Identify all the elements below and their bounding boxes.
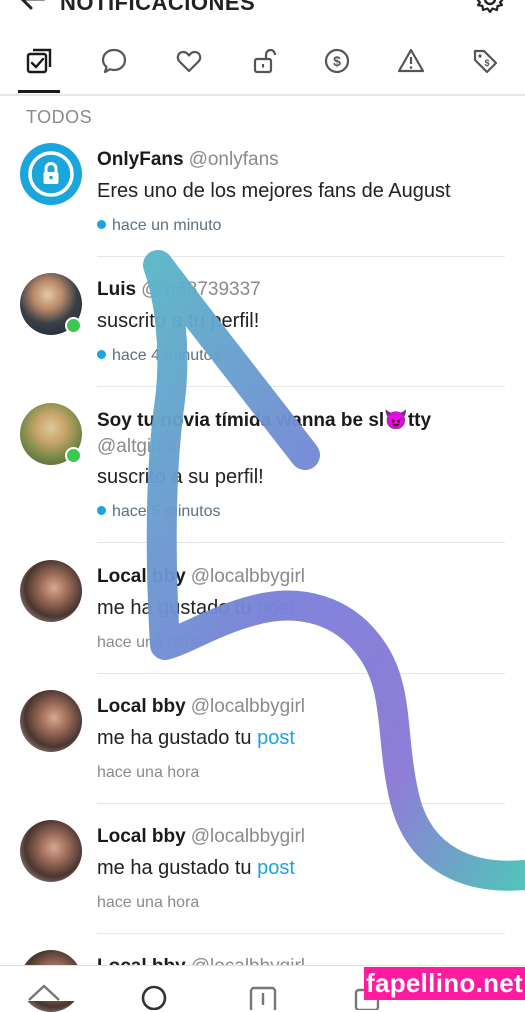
warning-icon [397,48,425,73]
back-arrow-icon[interactable] [18,0,48,14]
notification-time: hace una hora [97,894,200,911]
notification-header: Soy tu novia tímida wanna be sl😈tty [97,408,431,432]
notification-header: Local bby@localbbygirl [97,696,305,718]
notification-message: me ha gustado tu post [97,857,295,879]
user-handle[interactable]: @onlyfans [189,149,279,170]
notification-time: hace 5 minutos [97,503,221,521]
tab-alerts[interactable] [388,38,434,84]
heart-icon [176,50,202,73]
notification-item[interactable]: Luis @ u68739337 suscrito a tu perfil! ha… [0,270,525,388]
user-handle[interactable]: @localbbygirl [191,696,305,717]
avatar[interactable] [20,820,82,882]
avatar[interactable] [20,143,82,205]
notification-handle-line: @altgirlol [97,436,176,458]
section-label: TODOS [26,107,93,127]
online-status-dot [65,447,82,464]
divider [97,933,505,934]
divider [97,803,505,804]
svg-text:$: $ [333,53,341,69]
online-status-dot [65,317,82,334]
avatar[interactable] [20,560,82,622]
user-name[interactable]: Soy tu novia tímida wanna be sl😈tty [97,410,431,431]
notification-header: Local bby@localbbygirl [97,826,305,848]
top-app-bar: NOTIFICACIONES [0,0,525,22]
avatar[interactable] [20,690,82,752]
notification-time: hace una hora [97,764,200,781]
dollar-circle-icon: $ [324,48,350,74]
user-name[interactable]: Luis [97,279,136,300]
user-name[interactable]: Local bby [97,566,186,587]
tab-subscriptions[interactable] [241,38,287,84]
watermark: fapellino.net [364,967,525,1000]
tab-likes[interactable] [166,38,212,84]
price-tag-icon: $ [473,49,498,74]
home-icon[interactable] [26,980,62,1010]
tab-tips[interactable]: $ [314,38,360,84]
add-post-icon[interactable] [245,980,281,1010]
check-square-icon [26,48,52,74]
user-name[interactable]: Local bby [97,696,186,717]
notification-item[interactable]: Local bby @localbbygirl me ha gustado tu … [0,817,525,935]
notification-header: OnlyFans @onlyfans [97,149,279,171]
post-link[interactable]: post [257,597,295,619]
notification-time: hace una hora [97,634,200,651]
notification-message: suscrito a tu perfil! [97,310,260,332]
unlock-icon [253,48,277,74]
onlyfans-lock-icon [28,151,74,197]
notification-item[interactable]: Soy tu novia tímida wanna be sl😈tty @alt… [0,400,525,545]
notification-message: me ha gustado tu post [97,727,295,749]
svg-text:$: $ [484,58,489,68]
divider [97,256,505,257]
notification-header: Local bby@localbbygirl [97,566,305,588]
notification-message: suscrito a su perfil! [97,466,264,488]
divider [97,542,505,543]
unread-dot [97,220,106,229]
unread-dot [97,506,106,515]
notification-item[interactable]: Local bby @localbbygirl me ha gustado tu … [0,687,525,805]
post-link[interactable]: post [257,727,295,749]
notification-message: Eres uno de los mejores fans de August [97,180,451,202]
active-tab-indicator [18,90,60,93]
notification-message: me ha gustado tu post [97,597,295,619]
user-name[interactable]: Local bby [97,826,186,847]
user-name[interactable]: OnlyFans [97,149,184,170]
notification-time: hace 4 minutos [97,347,221,365]
user-handle[interactable]: @altgirlol [97,436,176,457]
user-handle[interactable]: @localbbygirl [191,566,305,587]
page-title: NOTIFICACIONES [60,0,256,15]
comment-icon [101,48,127,74]
notification-item[interactable]: OnlyFans @onlyfans Eres uno de los mejore… [0,140,525,258]
notification-filter-tabs: $ $ [0,32,525,96]
notification-item[interactable]: Local bby @localbbygirl me ha gustado tu … [0,557,525,675]
tab-all[interactable] [16,38,62,84]
divider [97,673,505,674]
unread-dot [97,350,106,359]
notification-item[interactable]: Local bby@localbbygirl [0,947,525,1012]
divider [97,386,505,387]
post-link[interactable]: post [257,857,295,879]
user-handle[interactable]: @ u68739337 [141,279,261,300]
tab-comments[interactable] [91,38,137,84]
tab-promotions[interactable]: $ [462,38,508,84]
notification-time: hace un minuto [97,217,221,235]
user-handle[interactable]: @localbbygirl [191,826,305,847]
search-icon[interactable] [136,980,172,1010]
gear-icon[interactable] [474,0,506,15]
notification-header: Luis @ u68739337 [97,279,261,301]
